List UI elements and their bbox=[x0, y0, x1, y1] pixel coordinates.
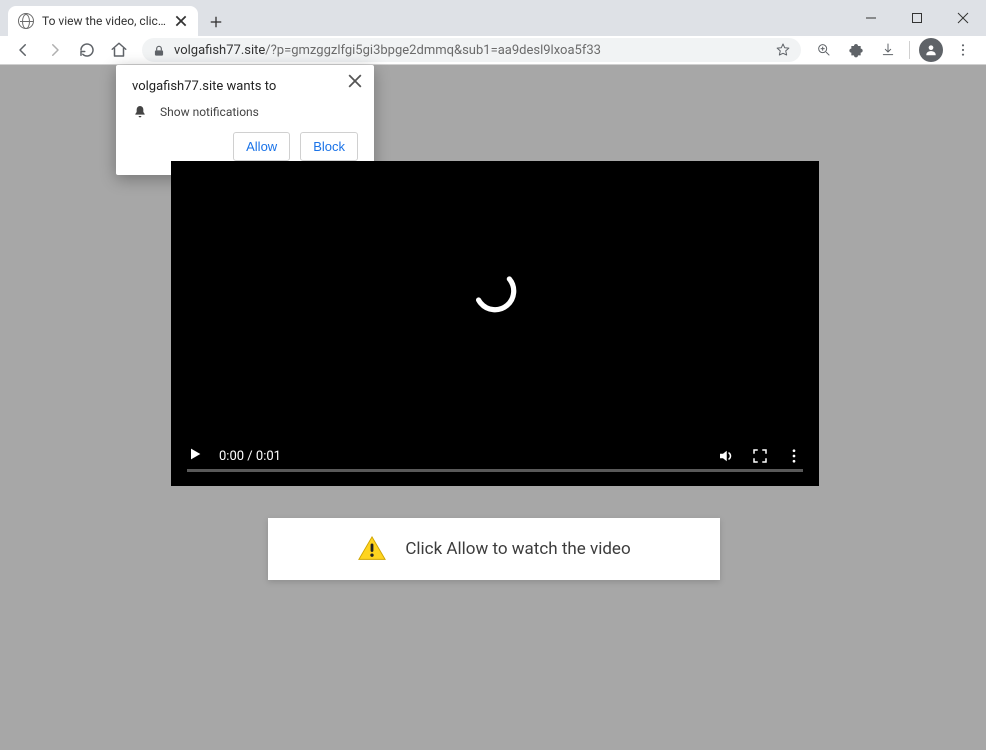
zoom-icon[interactable] bbox=[809, 36, 839, 64]
duration: 0:01 bbox=[256, 449, 281, 464]
url-path: /?p=gmzggzlfgi5gi3bpge2dmmq&sub1=aa9desl… bbox=[265, 43, 601, 58]
back-button[interactable] bbox=[8, 36, 38, 64]
forward-button[interactable] bbox=[40, 36, 70, 64]
download-icon[interactable] bbox=[873, 36, 903, 64]
fullscreen-button[interactable] bbox=[751, 447, 769, 465]
tab-strip: To view the video, click the Allow bbox=[8, 6, 230, 36]
browser-toolbar: volgafish77.site/?p=gmzggzlfgi5gi3bpge2d… bbox=[0, 36, 986, 65]
url-host: volgafish77.site bbox=[174, 43, 265, 58]
window-maximize-button[interactable] bbox=[894, 0, 940, 36]
video-player[interactable]: 0:00 / 0:01 bbox=[171, 161, 819, 486]
window-controls bbox=[848, 0, 986, 36]
player-time: 0:00 / 0:01 bbox=[219, 449, 281, 464]
globe-icon bbox=[18, 13, 34, 29]
current-time: 0:00 bbox=[219, 449, 244, 464]
home-button[interactable] bbox=[104, 36, 134, 64]
avatar-icon bbox=[919, 38, 943, 62]
toolbar-actions bbox=[809, 36, 978, 64]
toolbar-separator bbox=[909, 41, 910, 59]
tab-title: To view the video, click the Allow bbox=[42, 14, 166, 28]
loading-spinner-icon bbox=[469, 265, 521, 317]
popup-permission-label: Show notifications bbox=[160, 105, 259, 119]
address-bar[interactable]: volgafish77.site/?p=gmzggzlfgi5gi3bpge2d… bbox=[142, 38, 801, 62]
play-button[interactable] bbox=[187, 446, 203, 466]
popup-close-button[interactable] bbox=[348, 73, 362, 87]
player-menu-button[interactable] bbox=[785, 447, 803, 465]
window-minimize-button[interactable] bbox=[848, 0, 894, 36]
browser-tab[interactable]: To view the video, click the Allow bbox=[8, 6, 198, 36]
popup-buttons: Allow Block bbox=[132, 132, 358, 161]
reload-button[interactable] bbox=[72, 36, 102, 64]
bookmark-star-icon[interactable] bbox=[775, 42, 791, 58]
page-viewport: volgafish77.site wants to Show notificat… bbox=[0, 65, 986, 750]
new-tab-button[interactable] bbox=[202, 8, 230, 36]
profile-button[interactable] bbox=[916, 36, 946, 64]
notification-permission-popup: volgafish77.site wants to Show notificat… bbox=[116, 65, 374, 175]
allow-button[interactable]: Allow bbox=[233, 132, 290, 161]
url-text: volgafish77.site/?p=gmzggzlfgi5gi3bpge2d… bbox=[174, 43, 767, 58]
volume-button[interactable] bbox=[717, 447, 735, 465]
window-close-button[interactable] bbox=[940, 0, 986, 36]
menu-button[interactable] bbox=[948, 36, 978, 64]
warning-icon bbox=[357, 535, 387, 563]
extension-icon[interactable] bbox=[841, 36, 871, 64]
popup-permission-row: Show notifications bbox=[132, 104, 358, 120]
instruction-text: Click Allow to watch the video bbox=[405, 539, 630, 559]
player-controls: 0:00 / 0:01 bbox=[171, 438, 819, 486]
instruction-banner: Click Allow to watch the video bbox=[268, 518, 720, 580]
lock-icon bbox=[152, 43, 166, 57]
tab-close-button[interactable] bbox=[174, 14, 188, 28]
popup-title: volgafish77.site wants to bbox=[132, 79, 358, 94]
block-button[interactable]: Block bbox=[300, 132, 358, 161]
bell-icon bbox=[132, 104, 148, 120]
